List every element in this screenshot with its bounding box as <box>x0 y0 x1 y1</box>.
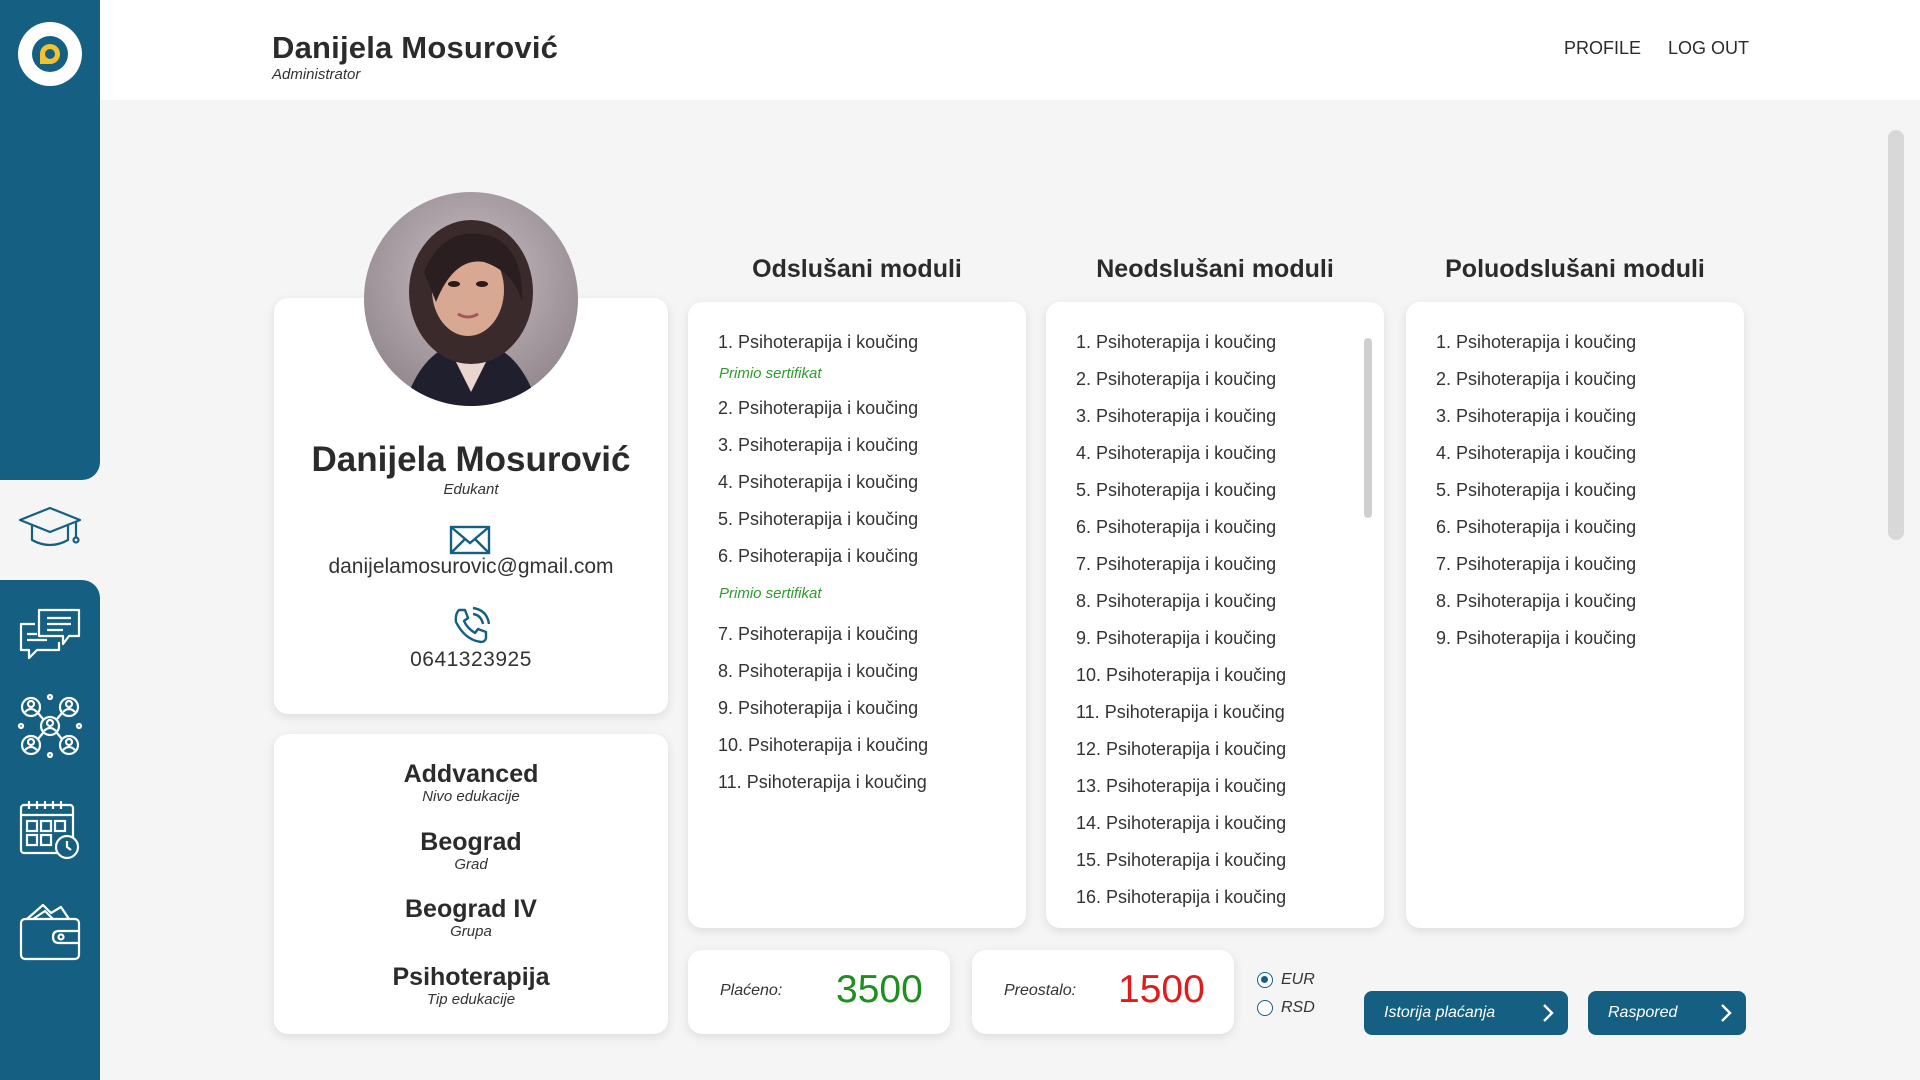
partial-modules-card: 1. Psihoterapija i koučing 2. Psihoterap… <box>1406 302 1744 928</box>
currency-eur-radio[interactable] <box>1257 972 1273 988</box>
paid-value: 3500 <box>836 968 923 1011</box>
chevron-right-icon <box>1542 1003 1554 1028</box>
chevron-right-icon <box>1720 1003 1732 1028</box>
certificate-note: Primio sertifikat <box>719 365 822 382</box>
education-level-label: Nivo edukacije <box>422 788 520 805</box>
list-item[interactable]: 6. Psihoterapija i koučing <box>718 546 918 567</box>
list-item[interactable]: 3. Psihoterapija i koučing <box>718 435 918 456</box>
list-item[interactable]: 7. Psihoterapija i koučing <box>1076 554 1276 575</box>
list-item[interactable]: 11. Psihoterapija i koučing <box>718 772 927 793</box>
education-type-value: Psihoterapija <box>392 963 550 991</box>
schedule-button[interactable]: Raspored <box>1588 991 1746 1035</box>
list-item[interactable]: 8. Psihoterapija i koučing <box>1076 591 1276 612</box>
completed-modules-title: Odslušani moduli <box>752 255 962 283</box>
header-user-role: Administrator <box>272 66 361 83</box>
not-completed-modules-title: Neodslušani moduli <box>1096 255 1334 283</box>
payment-history-label: Istorija plaćanja <box>1384 1004 1496 1021</box>
list-item[interactable]: 11. Psihoterapija i koučing <box>1076 702 1285 723</box>
list-item[interactable]: 2. Psihoterapija i koučing <box>1436 369 1636 390</box>
paid-label: Plaćeno: <box>720 982 783 999</box>
list-item[interactable]: 14. Psihoterapija i koučing <box>1076 813 1286 834</box>
list-item[interactable]: 2. Psihoterapija i koučing <box>718 398 918 419</box>
paid-card: Plaćeno: 3500 <box>688 950 950 1034</box>
list-item[interactable]: 6. Psihoterapija i koučing <box>1076 517 1276 538</box>
remaining-card: Preostalo: 1500 <box>972 950 1234 1034</box>
completed-modules-card: 1. Psihoterapija i koučing Primio sertif… <box>688 302 1026 928</box>
calendar-icon[interactable] <box>14 794 86 866</box>
list-item[interactable]: 1. Psihoterapija i koučing <box>1436 332 1636 353</box>
list-item[interactable]: 16. Psihoterapija i koučing <box>1076 887 1286 908</box>
avatar <box>364 192 578 406</box>
list-item[interactable]: 10. Psihoterapija i koučing <box>1076 665 1286 686</box>
currency-eur-label[interactable]: EUR <box>1281 971 1315 989</box>
header-user-name: Danijela Mosurović <box>272 30 559 65</box>
sidebar-top <box>0 0 100 480</box>
list-item[interactable]: 15. Psihoterapija i koučing <box>1076 850 1286 871</box>
list-item[interactable]: 5. Psihoterapija i koučing <box>1076 480 1276 501</box>
schedule-label: Raspored <box>1608 1004 1678 1021</box>
education-icon[interactable] <box>14 494 86 566</box>
page-scrollbar[interactable] <box>1888 130 1904 540</box>
remaining-value: 1500 <box>1118 968 1205 1011</box>
list-item[interactable]: 9. Psihoterapija i koučing <box>1076 628 1276 649</box>
list-item[interactable]: 7. Psihoterapija i koučing <box>1436 554 1636 575</box>
list-item[interactable]: 4. Psihoterapija i koučing <box>1436 443 1636 464</box>
profile-email[interactable]: danijelamosurovic@gmail.com <box>274 555 668 579</box>
network-icon[interactable] <box>14 690 86 762</box>
list-item[interactable]: 8. Psihoterapija i koučing <box>718 661 918 682</box>
city-value: Beograd <box>420 828 522 856</box>
profile-phone[interactable]: 0641323925 <box>274 648 668 672</box>
list-item[interactable]: 13. Psihoterapija i koučing <box>1076 776 1286 797</box>
phone-icon <box>451 606 491 651</box>
list-item[interactable]: 9. Psihoterapija i koučing <box>718 698 918 719</box>
wallet-icon[interactable] <box>14 896 86 968</box>
group-value: Beograd IV <box>405 895 537 923</box>
list-item[interactable]: 12. Psihoterapija i koučing <box>1076 739 1286 760</box>
logout-link[interactable]: LOG OUT <box>1668 38 1749 59</box>
list-item[interactable]: 1. Psihoterapija i koučing <box>718 332 918 353</box>
chat-icon[interactable] <box>14 598 86 670</box>
remaining-label: Preostalo: <box>1004 982 1077 999</box>
list-item[interactable]: 6. Psihoterapija i koučing <box>1436 517 1636 538</box>
modules-list-scrollbar[interactable] <box>1364 338 1372 518</box>
payment-history-button[interactable]: Istorija plaćanja <box>1364 991 1568 1035</box>
currency-rsd-radio[interactable] <box>1257 1000 1273 1016</box>
certificate-note: Primio sertifikat <box>719 585 822 602</box>
sidebar-bottom <box>0 580 100 1080</box>
list-item[interactable]: 7. Psihoterapija i koučing <box>718 624 918 645</box>
list-item[interactable]: 8. Psihoterapija i koučing <box>1436 591 1636 612</box>
top-header: Danijela Mosurović Administrator PROFILE… <box>100 0 1920 100</box>
list-item[interactable]: 5. Psihoterapija i koučing <box>1436 480 1636 501</box>
list-item[interactable]: 4. Psihoterapija i koučing <box>1076 443 1276 464</box>
profile-link[interactable]: PROFILE <box>1564 38 1641 59</box>
list-item[interactable]: 9. Psihoterapija i koučing <box>1436 628 1636 649</box>
list-item[interactable]: 3. Psihoterapija i koučing <box>1436 406 1636 427</box>
city-label: Grad <box>454 856 488 873</box>
list-item[interactable]: 2. Psihoterapija i koučing <box>1076 369 1276 390</box>
education-level-value: Addvanced <box>403 760 539 788</box>
profile-role: Edukant <box>443 481 499 498</box>
logo-icon[interactable] <box>18 22 82 86</box>
list-item[interactable]: 4. Psihoterapija i koučing <box>718 472 918 493</box>
profile-name: Danijela Mosurović <box>311 440 631 479</box>
list-item[interactable]: 5. Psihoterapija i koučing <box>718 509 918 530</box>
partial-modules-title: Poluodslušani moduli <box>1445 255 1705 283</box>
list-item[interactable]: 1. Psihoterapija i koučing <box>1076 332 1276 353</box>
group-label: Grupa <box>450 923 492 940</box>
currency-rsd-label[interactable]: RSD <box>1281 999 1315 1017</box>
list-item[interactable]: 3. Psihoterapija i koučing <box>1076 406 1276 427</box>
education-type-label: Tip edukacije <box>426 991 516 1008</box>
list-item[interactable]: 10. Psihoterapija i koučing <box>718 735 928 756</box>
not-completed-modules-card: 1. Psihoterapija i koučing 2. Psihoterap… <box>1046 302 1384 928</box>
